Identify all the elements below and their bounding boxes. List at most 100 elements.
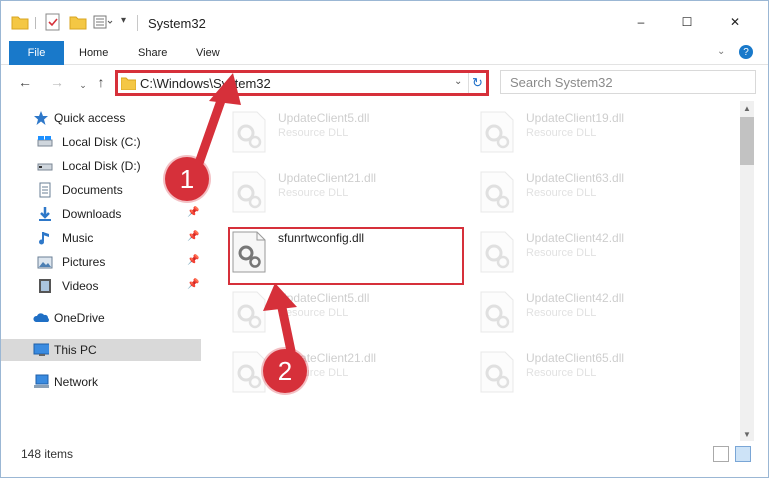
sidebar-item-music[interactable]: Music 📌 bbox=[1, 227, 201, 249]
sidebar-item-label: Downloads bbox=[62, 207, 122, 221]
file-type: Resource DLL bbox=[278, 307, 349, 319]
drive-icon bbox=[37, 163, 53, 171]
file-item[interactable]: UpdateClient42.dll Resource DLL bbox=[471, 283, 711, 339]
sidebar-item-label: Documents bbox=[62, 183, 123, 197]
dll-file-icon bbox=[480, 171, 514, 213]
address-dropdown-icon[interactable]: ⌄ bbox=[454, 76, 462, 87]
sidebar-item-label: Pictures bbox=[62, 255, 106, 269]
ribbon-tabs: File Home Share View ⌄ ? bbox=[1, 41, 768, 65]
ribbon-expand-icon[interactable]: ⌄ bbox=[717, 46, 725, 57]
star-icon bbox=[34, 111, 48, 125]
file-item[interactable]: UpdateClient21.dll Resource DLL bbox=[223, 163, 463, 219]
dll-file-icon bbox=[232, 171, 266, 213]
cloud-icon bbox=[33, 313, 49, 322]
tab-view[interactable]: View bbox=[196, 41, 220, 65]
folder-icon bbox=[11, 16, 29, 30]
music-icon bbox=[39, 232, 49, 245]
qa-dropdown-icon[interactable]: ▾ bbox=[121, 15, 126, 33]
file-item[interactable]: UpdateClient21.dll Resource DLL bbox=[223, 343, 463, 399]
minimize-button[interactable]: – bbox=[618, 7, 664, 37]
dll-file-icon bbox=[232, 111, 266, 153]
file-item[interactable]: UpdateClient5.dll Resource DLL bbox=[223, 283, 463, 339]
qa-divider bbox=[35, 17, 36, 29]
file-type: Resource DLL bbox=[526, 187, 597, 199]
search-input[interactable]: Search System32 bbox=[510, 75, 613, 90]
dll-file-icon bbox=[232, 291, 266, 333]
recent-locations-icon[interactable]: ⌄ bbox=[73, 75, 93, 95]
file-item[interactable]: UpdateClient63.dll Resource DLL bbox=[471, 163, 711, 219]
sidebar-item-label: OneDrive bbox=[54, 311, 105, 325]
sidebar-item-label: This PC bbox=[54, 343, 97, 357]
tab-file[interactable]: File bbox=[9, 41, 64, 65]
sidebar-item-quick-access[interactable]: Quick access bbox=[1, 107, 201, 129]
sidebar-item-label: Local Disk (C:) bbox=[62, 135, 141, 149]
dll-file-icon bbox=[232, 351, 266, 393]
back-icon[interactable]: ← bbox=[15, 72, 35, 92]
file-type: Resource DLL bbox=[278, 127, 349, 139]
dll-file-icon bbox=[480, 291, 514, 333]
minimize-icon: – bbox=[637, 15, 645, 29]
sidebar-item-pictures[interactable]: Pictures 📌 bbox=[1, 251, 201, 273]
computer-icon bbox=[33, 343, 49, 356]
file-type: Resource DLL bbox=[526, 247, 597, 259]
large-icons-view-icon[interactable] bbox=[735, 446, 751, 462]
tab-share[interactable]: Share bbox=[138, 41, 167, 65]
sidebar-item-this-pc[interactable]: This PC bbox=[1, 339, 201, 361]
file-type: Resource DLL bbox=[278, 187, 349, 199]
customize-icon[interactable] bbox=[93, 13, 113, 31]
search-box[interactable]: Search System32 bbox=[500, 70, 756, 94]
file-highlight-box bbox=[228, 227, 464, 285]
scroll-up-icon[interactable]: ▲ bbox=[740, 101, 754, 115]
tab-home[interactable]: Home bbox=[79, 41, 108, 65]
sidebar-item-label: Quick access bbox=[54, 111, 126, 125]
window-title: System32 bbox=[148, 16, 206, 31]
refresh-icon[interactable]: ↻ bbox=[468, 73, 486, 93]
navigation-bar: ← → ⌄ ↑ C:\Windows\System32 ⌄ ↻ Search S… bbox=[1, 65, 768, 101]
documents-icon bbox=[39, 182, 51, 198]
new-folder-icon[interactable] bbox=[69, 13, 87, 31]
maximize-button[interactable]: ☐ bbox=[664, 7, 710, 37]
close-button[interactable]: ✕ bbox=[712, 7, 758, 37]
pin-icon[interactable]: 📌 bbox=[187, 231, 199, 242]
dll-file-icon bbox=[480, 351, 514, 393]
help-icon[interactable]: ? bbox=[739, 45, 753, 59]
dll-file-icon bbox=[480, 111, 514, 153]
file-name: UpdateClient42.dll bbox=[526, 231, 625, 245]
address-path[interactable]: C:\Windows\System32 bbox=[140, 76, 271, 91]
file-name: UpdateClient19.dll bbox=[526, 111, 625, 125]
sidebar-item-local-disk-c[interactable]: Local Disk (C:) bbox=[1, 131, 201, 153]
details-view-icon[interactable] bbox=[713, 446, 729, 462]
file-name: UpdateClient63.dll bbox=[526, 171, 625, 185]
pictures-icon bbox=[37, 256, 53, 269]
network-icon bbox=[34, 374, 49, 388]
pin-icon[interactable]: 📌 bbox=[187, 279, 199, 290]
drive-icon bbox=[37, 136, 53, 147]
step-1-badge: 1 bbox=[165, 157, 209, 201]
step-2-badge: 2 bbox=[263, 349, 307, 393]
up-icon[interactable]: ↑ bbox=[91, 72, 111, 92]
forward-icon[interactable]: → bbox=[47, 72, 67, 92]
sidebar-item-videos[interactable]: Videos 📌 bbox=[1, 275, 201, 297]
explorer-window: ▾ System32 – ☐ ✕ File Home Share View ⌄ … bbox=[0, 0, 769, 478]
pin-icon[interactable]: 📌 bbox=[187, 255, 199, 266]
address-bar[interactable]: C:\Windows\System32 ⌄ ↻ bbox=[115, 70, 489, 96]
properties-icon[interactable] bbox=[45, 13, 61, 31]
sidebar-item-downloads[interactable]: Downloads 📌 bbox=[1, 203, 201, 225]
sidebar-item-label: Local Disk (D:) bbox=[62, 159, 141, 173]
scroll-down-icon[interactable]: ▼ bbox=[740, 427, 754, 441]
status-bar: 148 items bbox=[1, 442, 768, 478]
sidebar-item-network[interactable]: Network bbox=[1, 371, 201, 393]
file-name: UpdateClient42.dll bbox=[526, 291, 625, 305]
scrollbar-thumb[interactable] bbox=[740, 117, 754, 165]
file-type: Resource DLL bbox=[526, 127, 597, 139]
file-item[interactable]: UpdateClient19.dll Resource DLL bbox=[471, 103, 711, 159]
file-item[interactable]: UpdateClient5.dll Resource DLL bbox=[223, 103, 463, 159]
pin-icon[interactable]: 📌 bbox=[187, 207, 199, 218]
sidebar-item-label: Music bbox=[62, 231, 94, 245]
sidebar-item-onedrive[interactable]: OneDrive bbox=[1, 307, 201, 329]
file-name: UpdateClient21.dll bbox=[278, 171, 377, 185]
file-item[interactable]: UpdateClient65.dll Resource DLL bbox=[471, 343, 711, 399]
file-item[interactable]: UpdateClient42.dll Resource DLL bbox=[471, 223, 711, 279]
file-type: Resource DLL bbox=[526, 307, 597, 319]
file-name: UpdateClient5.dll bbox=[278, 111, 370, 125]
